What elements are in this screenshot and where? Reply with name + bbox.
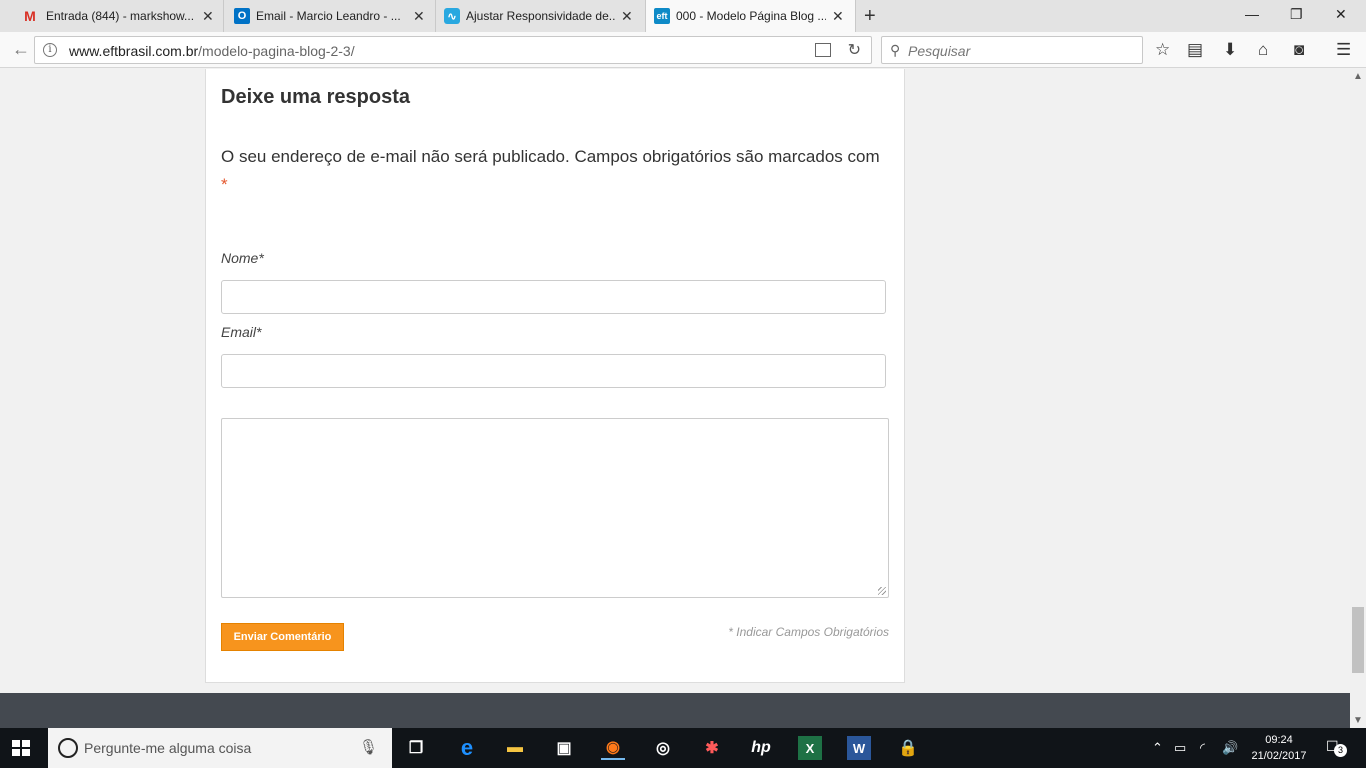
reply-heading: Deixe uma resposta — [221, 86, 410, 108]
url-domain: www.eftbrasil.com.br — [69, 43, 199, 59]
scrollbar-thumb[interactable] — [1352, 607, 1364, 673]
hp-icon[interactable]: hp — [749, 736, 773, 760]
scroll-up-arrow-icon[interactable]: ▲ — [1353, 71, 1363, 82]
resize-handle-icon[interactable] — [878, 587, 886, 595]
action-center-icon[interactable]: ☐ 3 — [1326, 738, 1347, 757]
vertical-scrollbar[interactable]: ▲ ▼ — [1350, 69, 1366, 728]
close-window-button[interactable]: ✕ — [1335, 6, 1347, 23]
search-icon: ⚲ — [890, 42, 901, 58]
home-icon[interactable]: ⌂ — [1258, 40, 1268, 60]
system-clock[interactable]: 09:24 21/02/2017 — [1248, 732, 1310, 764]
site-info-icon[interactable]: i — [43, 43, 57, 57]
store-icon[interactable]: ▣ — [552, 736, 576, 760]
search-placeholder: Pesquisar — [908, 43, 971, 59]
footer-band — [0, 693, 1350, 728]
paint-app-icon[interactable]: ✱ — [700, 736, 724, 760]
tab-outlook[interactable]: O Email - Marcio Leandro - ... ✕ — [224, 0, 436, 32]
menu-icon[interactable]: ☰ — [1336, 40, 1351, 60]
microphone-icon[interactable]: 🎙 — [359, 738, 378, 756]
email-notice-text: O seu endereço de e-mail não será public… — [221, 147, 880, 166]
cortana-icon — [58, 738, 78, 758]
firefox-icon[interactable]: ◉ — [601, 736, 625, 760]
email-field[interactable] — [221, 354, 886, 388]
address-bar[interactable]: i www.eftbrasil.com.br/modelo-pagina-blo… — [34, 36, 872, 64]
back-arrow-icon[interactable]: ← — [10, 39, 32, 61]
reload-icon[interactable]: ↻ — [848, 40, 861, 60]
submit-comment-button[interactable]: Enviar Comentário — [221, 623, 344, 651]
task-view-icon[interactable]: ❐ — [404, 736, 428, 760]
clock-time: 09:24 — [1265, 734, 1293, 746]
word-icon[interactable]: W — [847, 736, 871, 760]
reader-view-icon[interactable] — [815, 43, 831, 57]
name-label: Nome* — [221, 250, 264, 266]
new-tab-button[interactable]: + — [864, 5, 876, 28]
cortana-search-box[interactable]: Pergunte-me alguma coisa 🎙 — [48, 728, 392, 768]
browser-tab-bar: M Entrada (844) - markshow... ✕ O Email … — [0, 0, 1366, 32]
email-notice: O seu endereço de e-mail não será public… — [221, 143, 901, 199]
excel-icon[interactable]: X — [798, 736, 822, 760]
required-mark: * — [221, 175, 228, 194]
notification-count: 3 — [1334, 744, 1347, 757]
eft-icon: eft — [654, 8, 670, 24]
url-path: /modelo-pagina-blog-2-3/ — [198, 43, 355, 59]
name-field[interactable] — [221, 280, 886, 314]
tray-chevron-icon[interactable]: ⌃ — [1152, 740, 1163, 756]
pocket-icon[interactable]: ◙ — [1294, 40, 1304, 60]
email-label: Email* — [221, 324, 262, 340]
required-fields-note: * Indicar Campos Obrigatórios — [728, 625, 889, 639]
close-tab-icon[interactable]: ✕ — [413, 8, 425, 25]
windows-start-icon[interactable] — [12, 740, 30, 756]
scroll-down-arrow-icon[interactable]: ▼ — [1353, 715, 1363, 726]
site-icon: ∿ — [444, 8, 460, 24]
tab-title: Ajustar Responsividade de... — [466, 9, 616, 23]
bookmarks-list-icon[interactable]: ▤ — [1187, 40, 1203, 60]
comment-form-card: Deixe uma resposta O seu endereço de e-m… — [205, 69, 905, 683]
tab-title: Entrada (844) - markshow... — [46, 9, 195, 23]
comment-textarea[interactable] — [221, 418, 889, 598]
tab-gmail[interactable]: M Entrada (844) - markshow... ✕ — [0, 0, 224, 32]
minimize-button[interactable]: — — [1245, 6, 1259, 22]
clock-date: 21/02/2017 — [1251, 750, 1307, 762]
windows-taskbar: Pergunte-me alguma coisa 🎙 ❐ e ▬ ▣ ◉ ◎ ✱… — [0, 728, 1366, 768]
close-tab-icon[interactable]: ✕ — [202, 8, 214, 25]
tab-modelo-pagina-blog[interactable]: eft 000 - Modelo Página Blog ... ✕ — [646, 0, 856, 32]
page-viewport: Deixe uma resposta O seu endereço de e-m… — [0, 69, 1350, 693]
outlook-icon: O — [234, 8, 250, 24]
search-bar[interactable]: ⚲ Pesquisar — [881, 36, 1143, 64]
url-text[interactable]: www.eftbrasil.com.br/modelo-pagina-blog-… — [69, 43, 355, 59]
camera-app-icon[interactable]: ◎ — [651, 736, 675, 760]
cortana-placeholder: Pergunte-me alguma coisa — [84, 740, 252, 756]
bookmark-star-icon[interactable]: ☆ — [1155, 40, 1170, 60]
wifi-icon[interactable]: ◜ — [1200, 740, 1205, 756]
file-explorer-icon[interactable]: ▬ — [503, 736, 527, 760]
volume-icon[interactable]: 🔊 — [1222, 740, 1238, 756]
close-tab-icon[interactable]: ✕ — [621, 8, 633, 25]
edge-icon[interactable]: e — [455, 735, 479, 760]
tab-ajustar[interactable]: ∿ Ajustar Responsividade de... ✕ — [436, 0, 646, 32]
gmail-icon: M — [24, 8, 36, 24]
close-tab-icon[interactable]: ✕ — [832, 8, 844, 25]
vpn-lock-icon[interactable]: 🔒 — [896, 736, 920, 760]
download-icon[interactable]: ⬇ — [1223, 40, 1237, 60]
restore-button[interactable]: ❐ — [1290, 6, 1303, 23]
navigation-toolbar: ← i www.eftbrasil.com.br/modelo-pagina-b… — [0, 32, 1366, 68]
battery-icon[interactable]: ▭ — [1174, 740, 1186, 756]
tab-title: Email - Marcio Leandro - ... — [256, 9, 401, 23]
tab-title: 000 - Modelo Página Blog ... — [676, 9, 826, 23]
